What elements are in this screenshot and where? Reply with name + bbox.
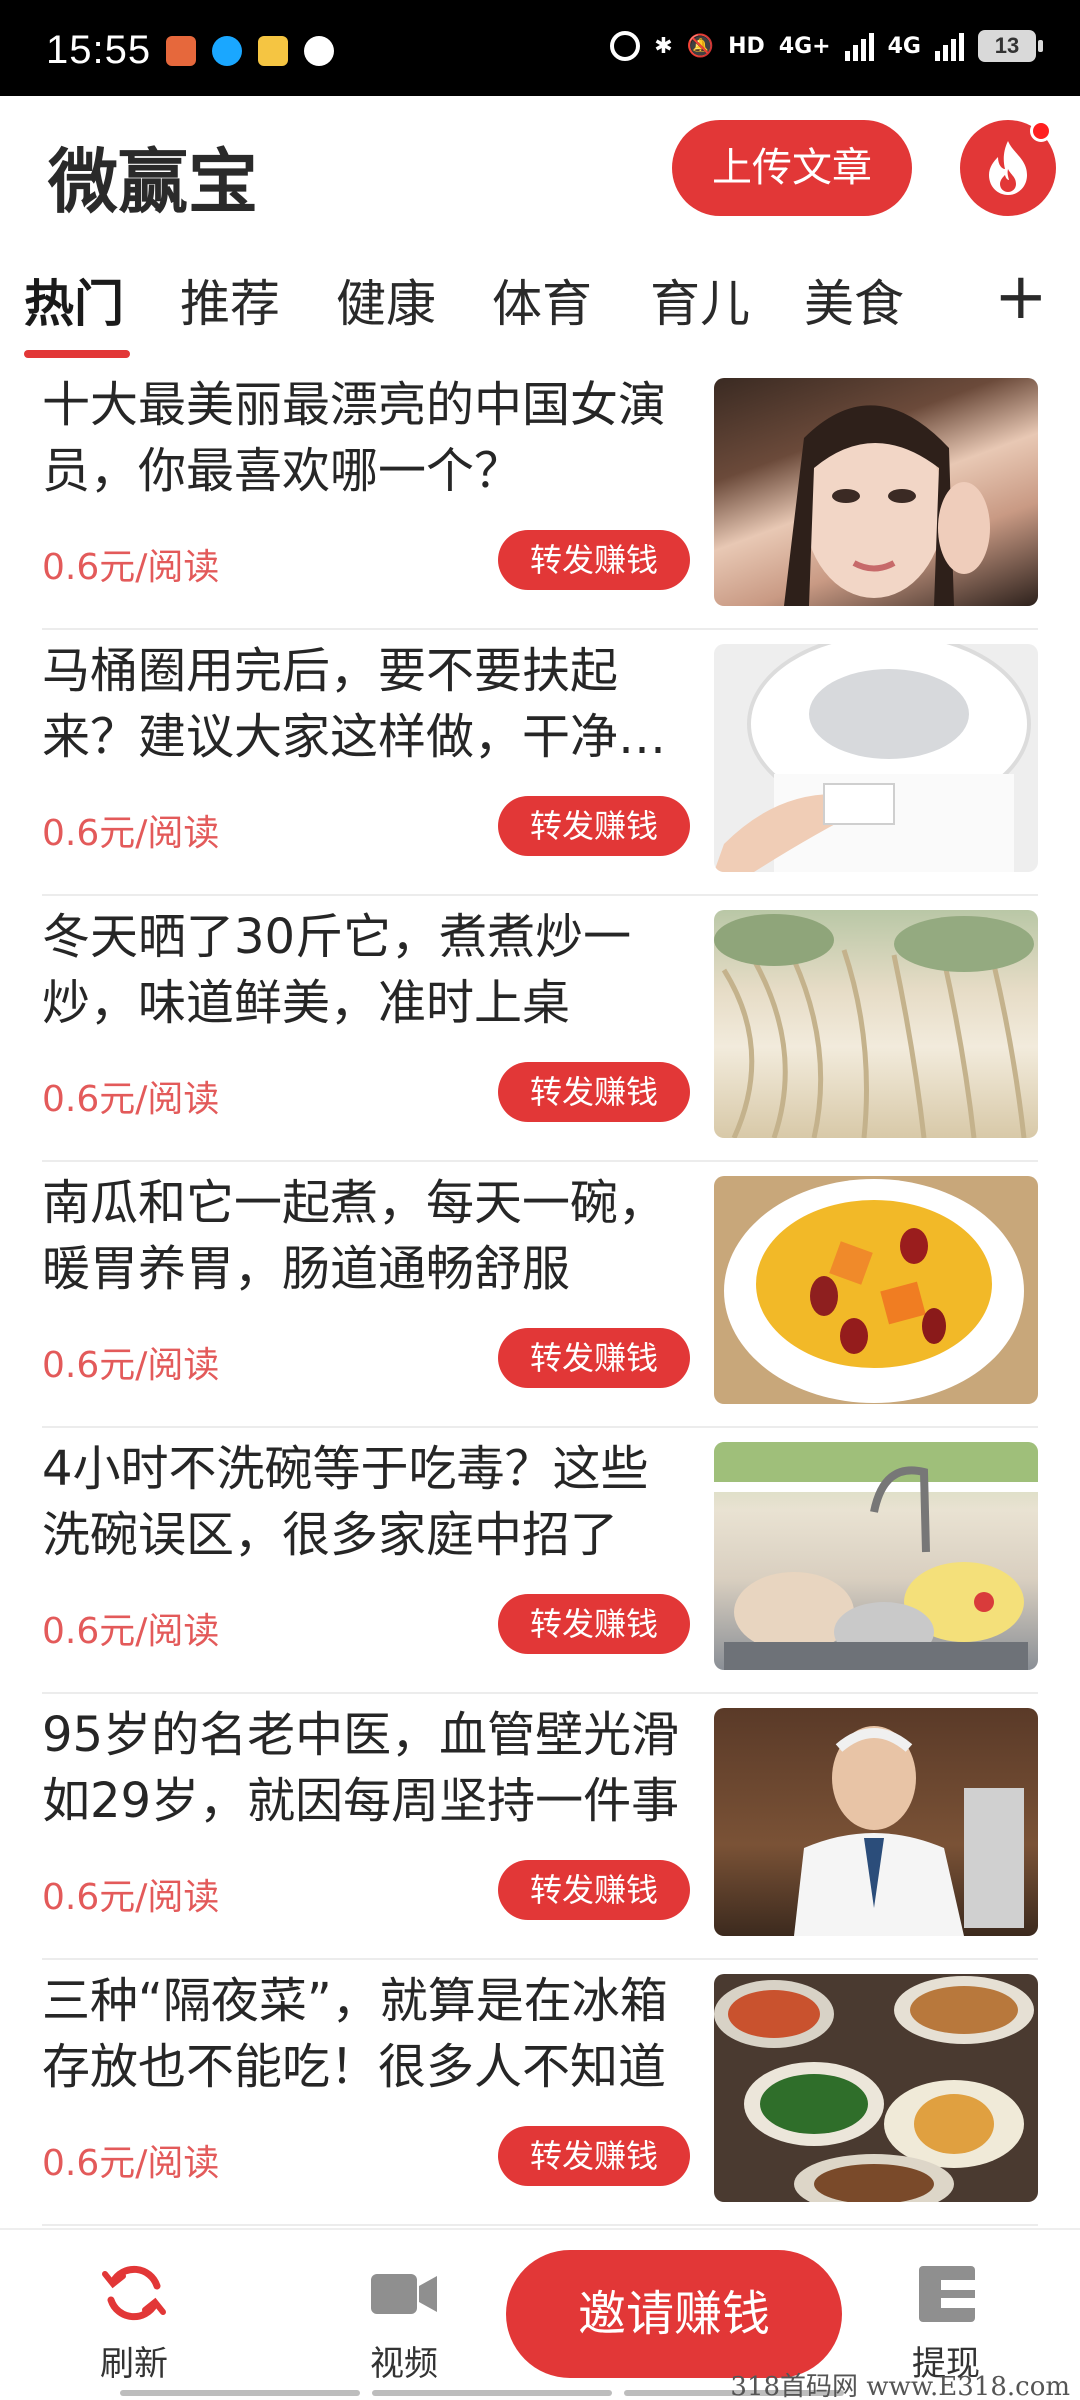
app-title: 微赢宝 xyxy=(48,141,258,223)
article-title: 95岁的名老中医，血管壁光滑如29岁，就因每周坚持一件事 xyxy=(42,1707,680,1829)
article-title: 冬天晒了30斤它，煮煮炒一炒，味道鲜美，准时上桌 xyxy=(42,909,632,1031)
mute-icon: 🔕 xyxy=(686,33,715,59)
share-earn-button[interactable]: 转发赚钱 xyxy=(498,1860,690,1920)
network-label-1: 4G+ xyxy=(778,33,831,59)
signal-icon xyxy=(935,31,964,61)
article-reward: 0.6元/阅读 xyxy=(42,1611,220,1652)
article-reward: 0.6元/阅读 xyxy=(42,1345,220,1386)
watermark: 318首码网 www.E318.com xyxy=(730,2372,1070,2400)
nav-video-label: 视频 xyxy=(370,2344,438,2384)
article-thumbnail xyxy=(714,1708,1038,1936)
share-earn-button[interactable]: 转发赚钱 xyxy=(498,796,690,856)
article-reward: 0.6元/阅读 xyxy=(42,1079,220,1120)
article-thumbnail xyxy=(714,910,1038,1138)
article-reward: 0.6元/阅读 xyxy=(42,547,220,588)
wechat-icon xyxy=(304,36,334,66)
wallet-icon xyxy=(919,2266,975,2322)
nav-refresh[interactable]: 刷新 xyxy=(64,2258,204,2385)
article-title: 4小时不洗碗等于吃毒？这些洗碗误区，很多家庭中招了 xyxy=(42,1441,649,1563)
system-status: ✱ 🔕 HD 4G+ 4G 13 xyxy=(610,30,1043,62)
status-bar: 15:55 ✱ 🔕 HD 4G+ 4G 13 xyxy=(0,0,1080,96)
video-camera-icon xyxy=(371,2274,437,2314)
app-header: 微赢宝 上传文章 xyxy=(0,96,1080,246)
alarm-icon xyxy=(610,31,641,61)
notification-icons xyxy=(166,36,334,66)
app-notification-icon xyxy=(258,36,288,66)
upload-article-button[interactable]: 上传文章 xyxy=(672,120,912,216)
article-thumbnail xyxy=(714,1974,1038,2202)
article-reward: 0.6元/阅读 xyxy=(42,813,220,854)
article-thumbnail xyxy=(714,1442,1038,1670)
tab-health[interactable]: 健康 xyxy=(336,264,436,336)
active-tab-indicator xyxy=(24,350,130,358)
article-thumbnail xyxy=(714,378,1038,606)
article-item[interactable]: 马桶圈用完后，要不要扶起来？建议大家这样做，干净又卫生 0.6元/阅读 转发赚钱 xyxy=(0,630,1080,896)
article-item[interactable]: 冬天晒了30斤它，煮煮炒一炒，味道鲜美，准时上桌 0.6元/阅读 转发赚钱 xyxy=(0,896,1080,1162)
home-indicator xyxy=(372,2390,612,2396)
article-thumbnail xyxy=(714,644,1038,872)
tab-recommend[interactable]: 推荐 xyxy=(180,264,280,336)
nav-video[interactable]: 视频 xyxy=(334,2258,474,2385)
flame-icon xyxy=(989,141,1027,195)
share-earn-button[interactable]: 转发赚钱 xyxy=(498,1328,690,1388)
article-thumbnail xyxy=(714,1176,1038,1404)
battery-icon: 13 xyxy=(978,30,1043,62)
article-item[interactable]: 4小时不洗碗等于吃毒？这些洗碗误区，很多家庭中招了 0.6元/阅读 转发赚钱 xyxy=(0,1428,1080,1694)
share-earn-button[interactable]: 转发赚钱 xyxy=(498,530,690,590)
article-item[interactable]: 95岁的名老中医，血管壁光滑如29岁，就因每周坚持一件事 0.6元/阅读 转发赚… xyxy=(0,1694,1080,1960)
share-earn-button[interactable]: 转发赚钱 xyxy=(498,2126,690,2186)
app-notification-icon xyxy=(166,36,196,66)
network-label-2: 4G xyxy=(887,33,921,59)
nav-refresh-label: 刷新 xyxy=(100,2344,168,2384)
article-title: 十大最美丽最漂亮的中国女演员，你最喜欢哪一个？ xyxy=(42,377,667,499)
signal-icon xyxy=(844,31,874,61)
qq-icon xyxy=(212,36,242,66)
home-indicator xyxy=(120,2390,360,2396)
article-title: 三种“隔夜菜”，就算是在冰箱存放也不能吃！很多人不知道 xyxy=(42,1973,668,2095)
category-tabs: 热门 推荐 健康 体育 育儿 美食 + xyxy=(0,254,1080,364)
hd-label: HD xyxy=(728,33,765,59)
article-item[interactable]: 南瓜和它一起煮，每天一碗，暖胃养胃，肠道通畅舒服 0.6元/阅读 转发赚钱 xyxy=(0,1162,1080,1428)
article-item[interactable]: 十大最美丽最漂亮的中国女演员，你最喜欢哪一个？ 0.6元/阅读 转发赚钱 xyxy=(0,364,1080,630)
tab-parenting[interactable]: 育儿 xyxy=(650,264,750,336)
add-tab-button[interactable]: + xyxy=(994,260,1048,334)
share-earn-button[interactable]: 转发赚钱 xyxy=(498,1594,690,1654)
invite-earn-button[interactable]: 邀请赚钱 xyxy=(506,2250,842,2378)
share-earn-button[interactable]: 转发赚钱 xyxy=(498,1062,690,1122)
tab-food[interactable]: 美食 xyxy=(804,264,904,336)
divider xyxy=(42,2224,1038,2226)
article-title: 南瓜和它一起煮，每天一碗，暖胃养胃，肠道通畅舒服 xyxy=(42,1175,667,1297)
hot-button[interactable] xyxy=(960,120,1056,216)
tab-hot[interactable]: 热门 xyxy=(24,264,124,336)
article-title: 马桶圈用完后，要不要扶起来？建议大家这样做，干净又卫生 xyxy=(42,643,667,765)
notification-dot xyxy=(1030,120,1052,142)
bluetooth-icon: ✱ xyxy=(654,33,673,59)
article-reward: 0.6元/阅读 xyxy=(42,2143,220,2184)
article-item[interactable]: 三种“隔夜菜”，就算是在冰箱存放也不能吃！很多人不知道 0.6元/阅读 转发赚钱 xyxy=(0,1960,1080,2226)
status-time: 15:55 xyxy=(46,28,152,72)
article-reward: 0.6元/阅读 xyxy=(42,1877,220,1918)
refresh-icon xyxy=(102,2265,166,2321)
tab-sports[interactable]: 体育 xyxy=(492,264,592,336)
